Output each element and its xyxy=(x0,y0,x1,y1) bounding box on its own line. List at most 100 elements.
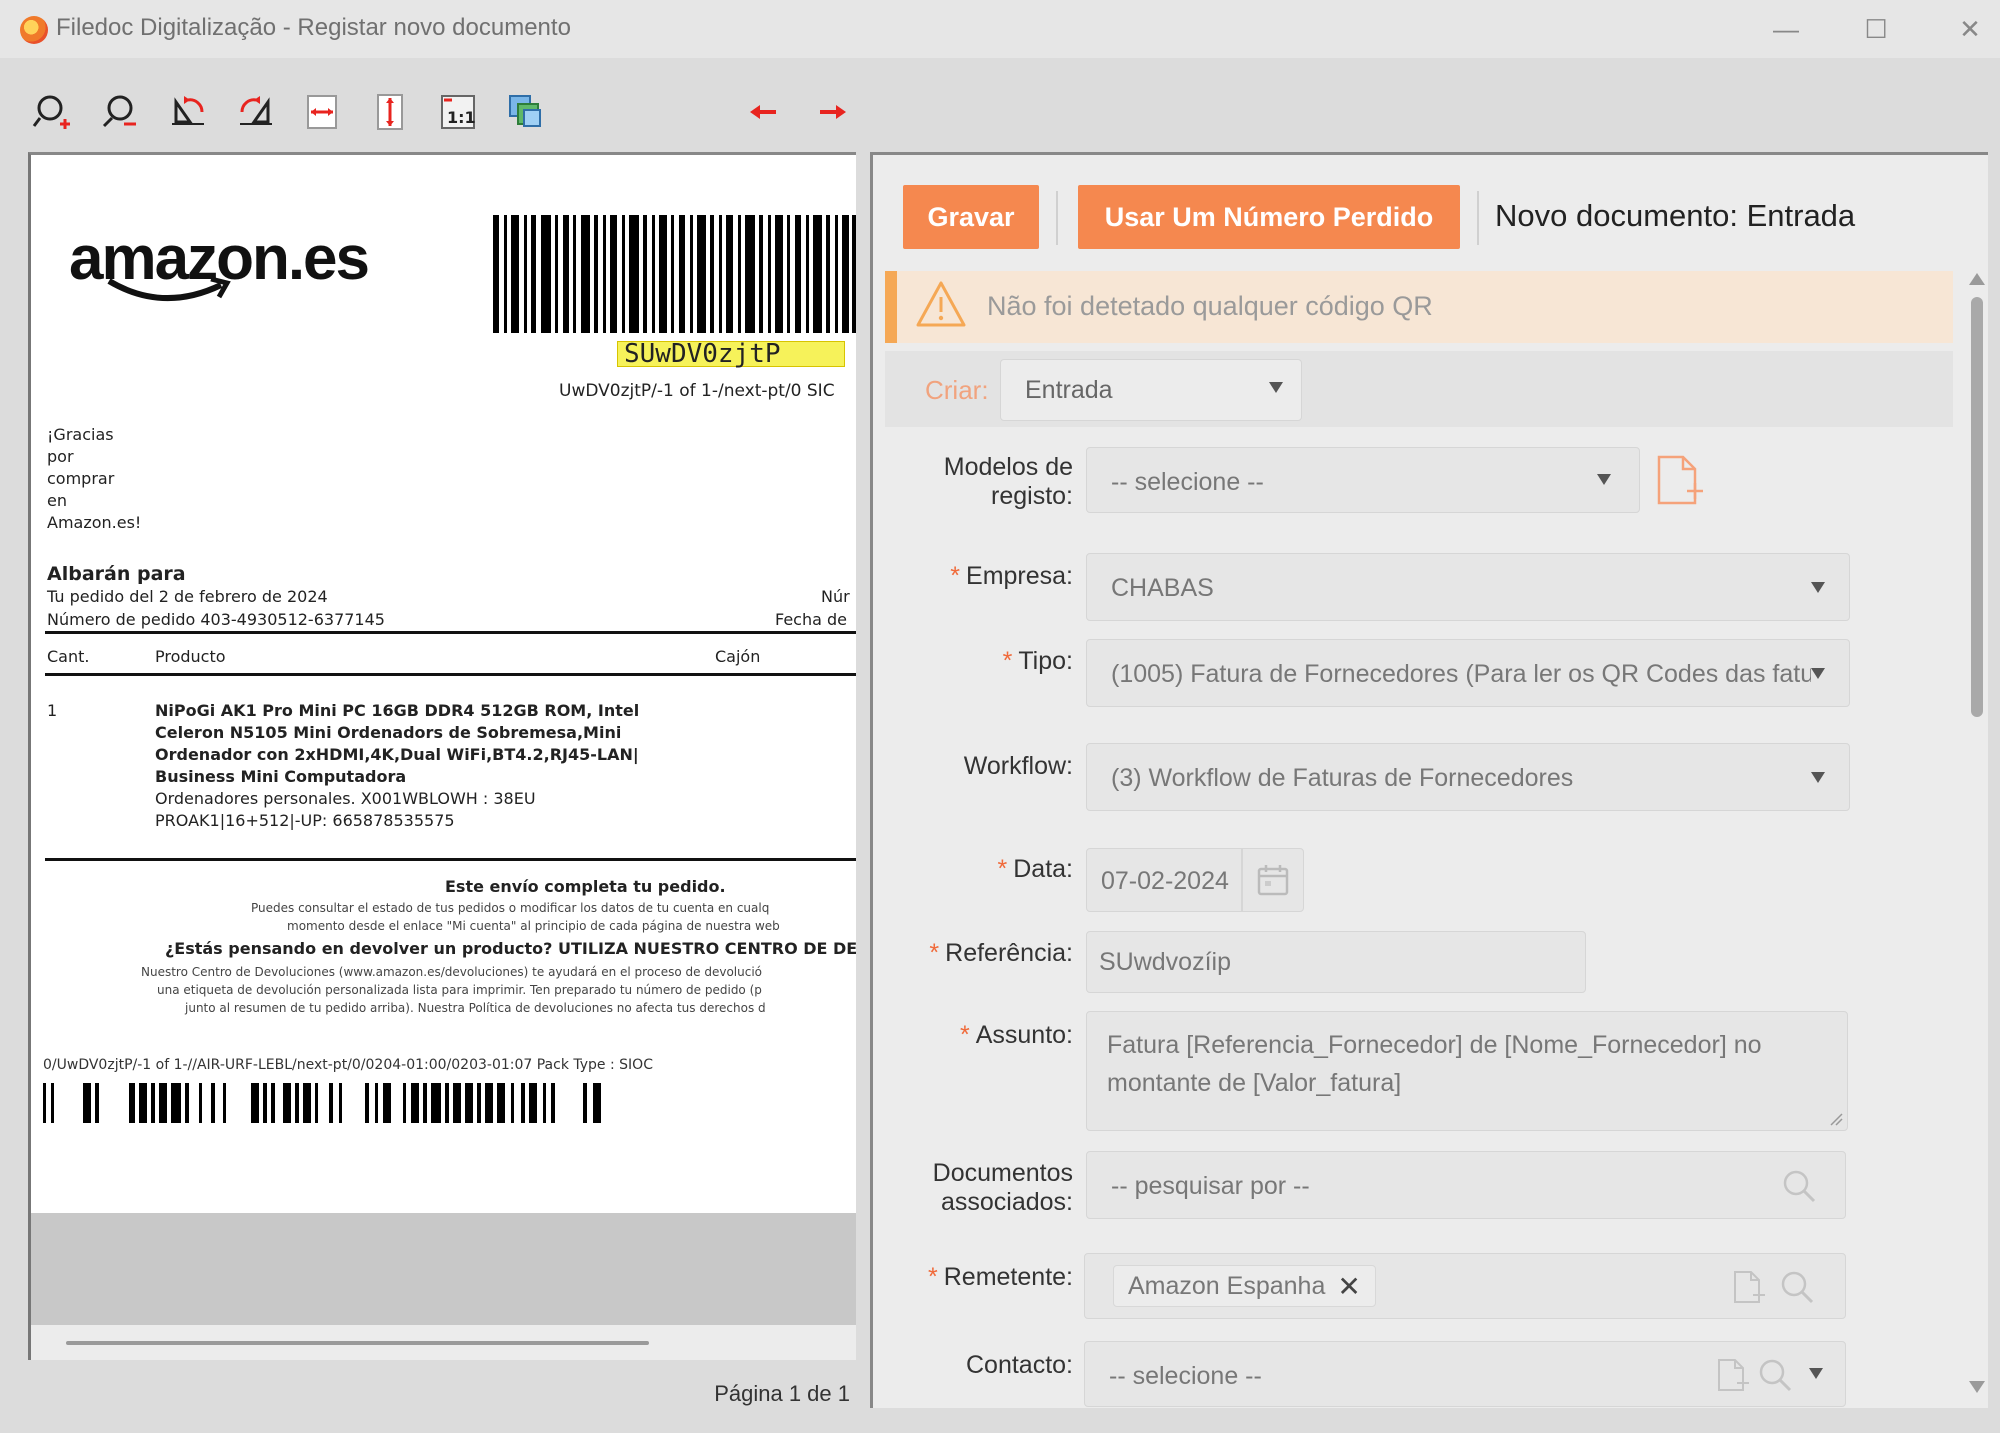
thanks-line: comprar xyxy=(47,469,115,488)
app-logo-icon xyxy=(20,16,48,44)
fit-width-button[interactable] xyxy=(296,88,348,136)
scroll-down-icon[interactable] xyxy=(1969,1381,1985,1393)
col-cant: Cant. xyxy=(47,647,90,666)
zoom-out-icon xyxy=(102,95,136,128)
contacto-select-value: -- selecione -- xyxy=(1109,1362,1262,1390)
window-title: Filedoc Digitalização - Registar novo do… xyxy=(56,14,571,41)
complete-text: Este envío completa tu pedido. xyxy=(445,877,726,896)
referencia-label-text: Referência: xyxy=(945,939,1073,967)
assunto-line-2: montante de [Valor_fatura] xyxy=(1107,1069,1402,1097)
order-number: Número de pedido 403-4930512-6377145 xyxy=(47,610,385,629)
toolbar-separator xyxy=(1477,191,1479,245)
search-icon xyxy=(1781,1271,1814,1304)
required-mark: * xyxy=(997,855,1008,883)
new-document-icon xyxy=(1657,455,1703,505)
chevron-down-icon[interactable] xyxy=(1809,1368,1823,1379)
required-mark: * xyxy=(950,562,961,590)
tipo-label-text: Tipo: xyxy=(1018,647,1073,675)
prev-page-button[interactable] xyxy=(738,88,790,136)
rotate-right-button[interactable] xyxy=(230,88,282,136)
tipo-select[interactable]: (1005) Fatura de Fornecedores (Para ler … xyxy=(1086,639,1850,707)
remetente-input[interactable]: Amazon Espanha ✕ xyxy=(1084,1253,1846,1319)
tracking-bottom: 0/UwDV0zjtP/-1 of 1-//AIR-URF-LEBL/next-… xyxy=(43,1057,653,1073)
empresa-label-text: Empresa: xyxy=(966,562,1073,590)
toolbar-separator xyxy=(1056,191,1058,245)
item-meta: PROAK1|16+512|-UP: 665878535575 xyxy=(155,811,455,830)
workflow-select[interactable]: (3) Workflow de Faturas de Fornecedores xyxy=(1086,743,1850,811)
remetente-tag-label: Amazon Espanha xyxy=(1128,1271,1326,1300)
referencia-input[interactable]: SUwdvozíip xyxy=(1086,931,1586,993)
amazon-smile-icon xyxy=(107,276,231,301)
remetente-tag: Amazon Espanha ✕ xyxy=(1113,1265,1376,1307)
modelos-select[interactable]: -- selecione -- xyxy=(1086,447,1640,513)
zoom-out-button[interactable] xyxy=(94,88,146,136)
pages-icon xyxy=(509,95,541,127)
data-label: * Data: xyxy=(873,855,1074,884)
vertical-scrollbar-thumb[interactable] xyxy=(1971,297,1983,717)
divider xyxy=(45,673,856,676)
fit-height-button[interactable] xyxy=(364,88,416,136)
item-line: Business Mini Computadora xyxy=(155,767,407,786)
scroll-up-icon[interactable] xyxy=(1969,273,1985,285)
assunto-textarea[interactable]: Fatura [Referencia_Fornecedor] de [Nome_… xyxy=(1086,1011,1848,1131)
search-icon xyxy=(1759,1359,1792,1392)
criar-select[interactable]: Entrada xyxy=(1000,359,1302,421)
field-divider xyxy=(1241,849,1243,911)
data-input[interactable]: 07-02-2024 xyxy=(1086,848,1304,912)
maximize-button[interactable]: ☐ xyxy=(1856,10,1896,48)
minimize-button[interactable]: — xyxy=(1766,10,1806,48)
resize-handle-icon[interactable] xyxy=(1829,1112,1843,1126)
documentos-search-placeholder: -- pesquisar por -- xyxy=(1111,1172,1310,1200)
required-mark: * xyxy=(1002,647,1013,675)
rotate-left-button[interactable] xyxy=(162,88,214,136)
qr-warning-alert: Não foi detetado qualquer código QR xyxy=(885,271,1953,343)
zoom-in-button[interactable] xyxy=(26,88,78,136)
use-lost-number-button[interactable]: Usar Um Número Perdido xyxy=(1078,185,1460,249)
fine-print: Puedes consultar el estado de tus pedido… xyxy=(251,901,770,915)
documentos-label: Documentos associados: xyxy=(873,1159,1073,1217)
empresa-label: * Empresa: xyxy=(873,562,1073,591)
criar-row: Criar: Entrada xyxy=(885,351,1953,427)
next-arrow-icon xyxy=(820,105,846,119)
required-mark: * xyxy=(929,939,940,967)
chevron-down-icon xyxy=(1811,668,1825,679)
item-line: Celeron N5105 Mini Ordenadors de Sobreme… xyxy=(155,723,622,742)
thanks-line: en xyxy=(47,491,67,510)
save-button[interactable]: Gravar xyxy=(903,185,1039,249)
document-preview-pane[interactable]: amazon.es SUwDV0zjtP UwDV0zjtP/-1 of 1-/… xyxy=(28,152,856,1406)
horizontal-scrollbar[interactable] xyxy=(66,1341,649,1345)
document-state-title: Novo documento: Entrada xyxy=(1495,198,1856,233)
contacto-label: Contacto: xyxy=(965,1351,1073,1379)
empresa-select[interactable]: CHABAS xyxy=(1086,553,1850,621)
data-label-text: Data: xyxy=(1013,855,1073,883)
contacto-select[interactable]: -- selecione -- xyxy=(1084,1341,1846,1407)
new-contacto-button[interactable] xyxy=(1713,1357,1749,1393)
data-input-value: 07-02-2024 xyxy=(1101,867,1229,895)
contacto-search-button[interactable] xyxy=(1757,1357,1793,1393)
tipo-label: * Tipo: xyxy=(873,647,1073,676)
new-remetente-button[interactable] xyxy=(1729,1269,1765,1305)
order-date-right: Fecha de xyxy=(775,610,847,629)
close-button[interactable]: ✕ xyxy=(1950,10,1990,48)
next-page-button[interactable] xyxy=(806,88,858,136)
barcode-code-highlight: SUwDV0zjtP xyxy=(617,341,845,367)
calendar-button[interactable] xyxy=(1255,862,1291,898)
barcode-bottom-icon xyxy=(43,1083,601,1123)
remove-tag-button[interactable]: ✕ xyxy=(1337,1270,1360,1303)
warning-icon xyxy=(916,281,966,327)
divider xyxy=(45,858,856,861)
actual-size-button[interactable]: 1:1 xyxy=(432,88,484,136)
documentos-search-input[interactable]: -- pesquisar por -- xyxy=(1086,1151,1846,1219)
workflow-select-value: (3) Workflow de Faturas de Fornecedores xyxy=(1111,764,1574,792)
new-document-icon xyxy=(1718,1359,1749,1391)
chevron-down-icon xyxy=(1811,772,1825,783)
remetente-search-button[interactable] xyxy=(1779,1269,1815,1305)
search-icon xyxy=(1783,1170,1816,1203)
registration-form-pane: Gravar Usar Um Número Perdido Novo docum… xyxy=(870,152,1988,1408)
new-model-button[interactable] xyxy=(1651,453,1705,507)
pages-button[interactable] xyxy=(500,88,552,136)
divider xyxy=(45,631,856,634)
fine-print: momento desde el enlace "Mi cuenta" al p… xyxy=(287,919,780,933)
documentos-search-button[interactable] xyxy=(1781,1168,1817,1204)
new-document-icon xyxy=(1734,1271,1765,1303)
